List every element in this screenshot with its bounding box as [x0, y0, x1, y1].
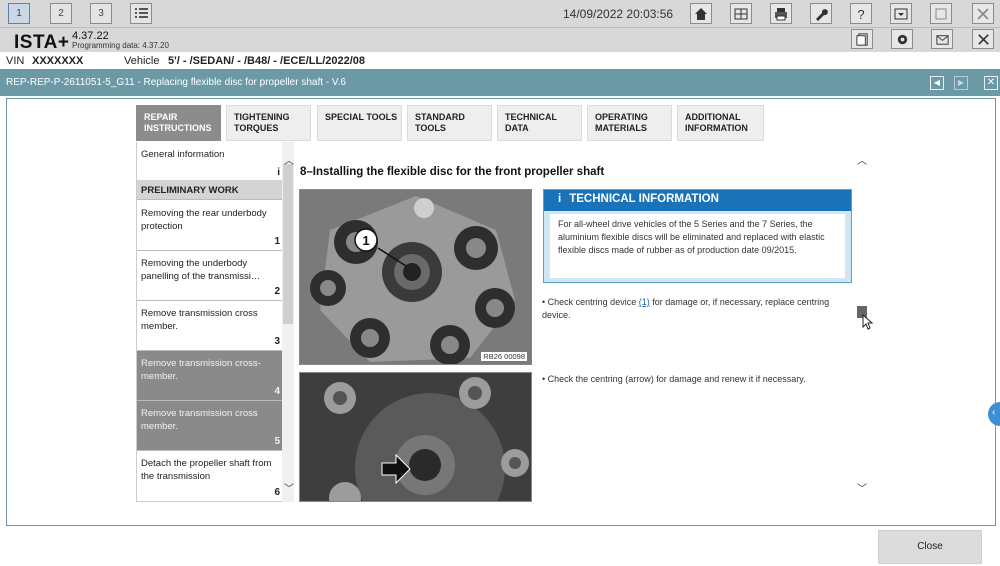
- prev-page-button[interactable]: ◀: [930, 76, 944, 90]
- sidebar-scrollbar[interactable]: [282, 142, 294, 502]
- session-tab-1[interactable]: 1: [8, 3, 30, 24]
- close-button[interactable]: Close: [878, 530, 982, 564]
- settings-button[interactable]: [891, 29, 913, 49]
- programming-label: Programming data:: [72, 41, 141, 50]
- app-brand: ISTA+: [14, 32, 70, 53]
- document-button[interactable]: [851, 29, 873, 49]
- callout-link-1[interactable]: (1): [639, 297, 650, 307]
- tab-tightening-torques[interactable]: TIGHTENING TORQUES: [226, 105, 311, 141]
- wrench-icon: [816, 8, 828, 21]
- mail-button[interactable]: [931, 29, 953, 49]
- close-icon: ✕: [986, 77, 996, 88]
- chevron-right-icon: ▶: [957, 78, 965, 87]
- help-icon: ?: [857, 7, 864, 22]
- chevron-up-icon[interactable]: ︿: [284, 152, 294, 167]
- chevron-up-icon[interactable]: ︿: [857, 152, 867, 167]
- close-icon: [977, 33, 989, 45]
- sidebar-section-preliminary-work: PRELIMINARY WORK: [137, 180, 282, 200]
- instruction-bullet-2: • Check the centring (arrow) for damage …: [542, 374, 806, 384]
- document-icon: [855, 32, 868, 46]
- settings-icon: [897, 34, 907, 44]
- close-icon: [977, 7, 989, 20]
- session-tab-2[interactable]: 2: [50, 3, 72, 24]
- step-heading: 8–Installing the flexible disc for the f…: [300, 166, 605, 178]
- window-icon: [935, 8, 947, 19]
- tab-additional-information[interactable]: ADDITIONAL INFORMATION: [677, 105, 764, 141]
- vehicle-info-row: VIN XXXXXXX Vehicle 5'/ - /SEDAN/ - /B48…: [0, 52, 1000, 69]
- window-button[interactable]: [930, 3, 952, 24]
- chevron-left-icon: ‹: [992, 407, 996, 418]
- document-title-bar: REP-REP-P-2611051-5_G11 - Replacing flex…: [0, 69, 1000, 96]
- print-button[interactable]: [770, 3, 792, 24]
- tab-special-tools[interactable]: SPECIAL TOOLS: [317, 105, 402, 141]
- svg-text:?: ?: [857, 7, 864, 22]
- info-icon: i: [558, 193, 562, 205]
- image-caption: RB26 00098: [481, 352, 527, 361]
- list-view-button[interactable]: [130, 3, 152, 24]
- steps-sidebar: General information i PRELIMINARY WORK Re…: [136, 142, 282, 502]
- document-close-button[interactable]: ✕: [984, 76, 998, 90]
- technical-information-title: TECHNICAL INFORMATION: [569, 193, 719, 205]
- next-page-button[interactable]: ▶: [954, 76, 968, 90]
- tab-operating-materials[interactable]: OPERATING MATERIALS: [587, 105, 672, 141]
- sidebar-scroll-thumb[interactable]: [283, 164, 293, 324]
- vin-value: XXXXXXX: [32, 55, 84, 67]
- programming-data: Programming data: 4.37.20: [72, 41, 169, 50]
- vehicle-value: 5'/ - /SEDAN/ - /B48/ - /ECE/LL/2022/08: [168, 55, 366, 67]
- technical-information-box: i TECHNICAL INFORMATION For all-wheel dri…: [543, 189, 852, 283]
- chevron-down-icon[interactable]: ﹀: [284, 480, 294, 495]
- info-table-button[interactable]: [730, 3, 752, 24]
- instruction-bullet-1: • Check centring device (1) for damage o…: [542, 297, 830, 320]
- technical-information-header: i TECHNICAL INFORMATION: [544, 190, 851, 211]
- home-icon: [695, 7, 707, 20]
- datetime-display: 14/09/2022 20:03:56: [563, 7, 674, 21]
- programming-version: 4.37.20: [142, 41, 169, 50]
- mail-icon: [935, 34, 949, 45]
- centring-image: [299, 372, 532, 502]
- tab-standard-tools[interactable]: STANDARD TOOLS: [407, 105, 492, 141]
- mouse-cursor-icon: [862, 314, 874, 330]
- chevron-down-icon[interactable]: ﹀: [857, 480, 867, 495]
- callout-label: 1: [362, 233, 369, 248]
- sidebar-item-step-6[interactable]: Detach the propeller shaft from the tran…: [137, 451, 282, 501]
- tools-button[interactable]: [810, 3, 832, 24]
- sidebar-item-step-3[interactable]: Remove transmission cross member. 3: [137, 301, 282, 351]
- vehicle-label: Vehicle: [124, 55, 160, 67]
- dropdown-button[interactable]: [890, 3, 912, 24]
- help-button[interactable]: ?: [850, 3, 872, 24]
- dropdown-icon: [894, 8, 908, 19]
- chevron-left-icon: ◀: [933, 78, 941, 87]
- sidebar-item-general-information[interactable]: General information i: [137, 142, 282, 182]
- home-button[interactable]: [690, 3, 712, 24]
- app-close-button[interactable]: [972, 3, 994, 24]
- document-title: REP-REP-P-2611051-5_G11 - Replacing flex…: [6, 77, 346, 88]
- session-close-button[interactable]: [972, 29, 994, 49]
- session-tab-3[interactable]: 3: [90, 3, 112, 24]
- vin-label: VIN: [6, 55, 25, 67]
- sidebar-item-step-2[interactable]: Removing the underbody panelling of the …: [137, 251, 282, 301]
- info-table-icon: [734, 8, 748, 19]
- flexible-disc-image: 1 RB26 00098: [299, 189, 532, 365]
- tab-repair-instructions[interactable]: REPAIR INSTRUCTIONS: [136, 105, 221, 141]
- sidebar-item-step-5[interactable]: Remove transmission cross member. 5: [137, 401, 282, 451]
- print-icon: [775, 7, 787, 20]
- list-icon: [135, 8, 148, 18]
- technical-information-text: For all-wheel drive vehicles of the 5 Se…: [550, 214, 845, 278]
- sidebar-item-step-1[interactable]: Removing the rear underbody protection 1: [137, 201, 282, 251]
- sidebar-item-step-4[interactable]: Remove transmission cross-member. 4: [137, 351, 282, 401]
- tab-technical-data[interactable]: TECHNICAL DATA: [497, 105, 582, 141]
